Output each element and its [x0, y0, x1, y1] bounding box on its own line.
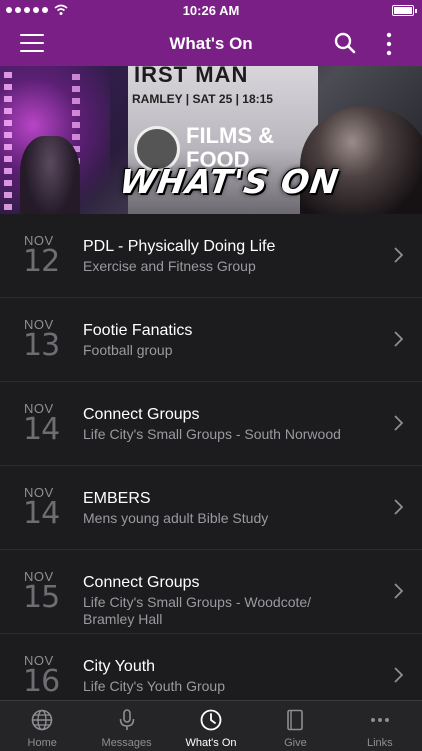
- event-subtitle: Life City's Small Groups - Woodcote/ Bra…: [83, 594, 312, 627]
- tab-label: Home: [27, 737, 57, 749]
- event-row[interactable]: NOV 16 City Youth Life City's Youth Grou…: [0, 634, 422, 700]
- whats-on-banner: IRST MAN RAMLEY | SAT 25 | 18:15 FILMS &…: [0, 66, 422, 214]
- event-day: 14: [23, 412, 60, 447]
- event-day: 16: [23, 664, 60, 699]
- event-title: Connect Groups: [83, 406, 200, 423]
- page-title: What's On: [169, 34, 253, 53]
- more-dots-icon: [370, 718, 389, 722]
- event-row[interactable]: NOV 14 Connect Groups Life City's Small …: [0, 382, 422, 466]
- tab-label: What's On: [185, 737, 237, 749]
- event-subtitle: Life City's Youth Group: [83, 678, 225, 694]
- more-vertical-icon[interactable]: [384, 32, 394, 56]
- event-day: 12: [23, 244, 60, 279]
- globe-icon: [31, 709, 53, 731]
- banner-caption: WHAT'S ON: [117, 162, 342, 201]
- event-subtitle: Exercise and Fitness Group: [83, 258, 256, 274]
- tab-label: Links: [366, 737, 393, 749]
- event-title: EMBERS: [83, 490, 151, 507]
- chevron-right-icon: [394, 247, 403, 263]
- event-day: 15: [23, 580, 60, 615]
- tab-messages[interactable]: Messages: [84, 701, 168, 751]
- tab-links[interactable]: Links: [338, 701, 422, 751]
- tab-label: Messages: [101, 737, 152, 749]
- performer-figure: [20, 136, 80, 214]
- status-time: 10:26 AM: [182, 3, 240, 18]
- chevron-right-icon: [394, 667, 403, 683]
- event-row[interactable]: NOV 13 Footie Fanatics Football group: [0, 298, 422, 382]
- tab-home[interactable]: Home: [0, 701, 84, 751]
- event-row[interactable]: NOV 12 PDL - Physically Doing Life Exerc…: [0, 214, 422, 298]
- tab-label: Give: [284, 737, 307, 749]
- tab-bar: Home Messages What's On Give Links: [0, 700, 422, 751]
- book-icon: [287, 709, 304, 731]
- event-title: PDL - Physically Doing Life: [83, 238, 276, 255]
- event-list: NOV 12 PDL - Physically Doing Life Exerc…: [0, 214, 422, 700]
- event-title: City Youth: [83, 658, 156, 675]
- event-title: Connect Groups: [83, 574, 200, 591]
- screen-text: RAMLEY | SAT 25 | 18:15: [132, 92, 273, 106]
- event-subtitle: Mens young adult Bible Study: [83, 510, 269, 526]
- chevron-right-icon: [394, 499, 403, 515]
- tab-whats-on[interactable]: What's On: [169, 701, 253, 751]
- light-strip: [4, 72, 12, 212]
- event-subtitle: Football group: [83, 342, 173, 358]
- screen-text: IRST MAN: [134, 66, 249, 87]
- chevron-right-icon: [394, 331, 403, 347]
- status-bar: 10:26 AM: [0, 0, 422, 22]
- event-title: Footie Fanatics: [83, 322, 193, 339]
- event-row[interactable]: NOV 15 Connect Groups Life City's Small …: [0, 550, 422, 634]
- event-row[interactable]: NOV 14 EMBERS Mens young adult Bible Stu…: [0, 466, 422, 550]
- chevron-right-icon: [394, 415, 403, 431]
- clock-icon: [200, 709, 222, 731]
- navigation-bar: What's On: [0, 22, 422, 66]
- tab-give[interactable]: Give: [253, 701, 337, 751]
- event-day: 13: [23, 328, 60, 363]
- event-day: 14: [23, 496, 60, 531]
- search-icon[interactable]: [334, 32, 356, 54]
- chevron-right-icon: [394, 583, 403, 599]
- event-subtitle: Life City's Small Groups - South Norwood: [83, 426, 341, 442]
- microphone-icon: [119, 709, 134, 730]
- battery-icon: [392, 5, 417, 16]
